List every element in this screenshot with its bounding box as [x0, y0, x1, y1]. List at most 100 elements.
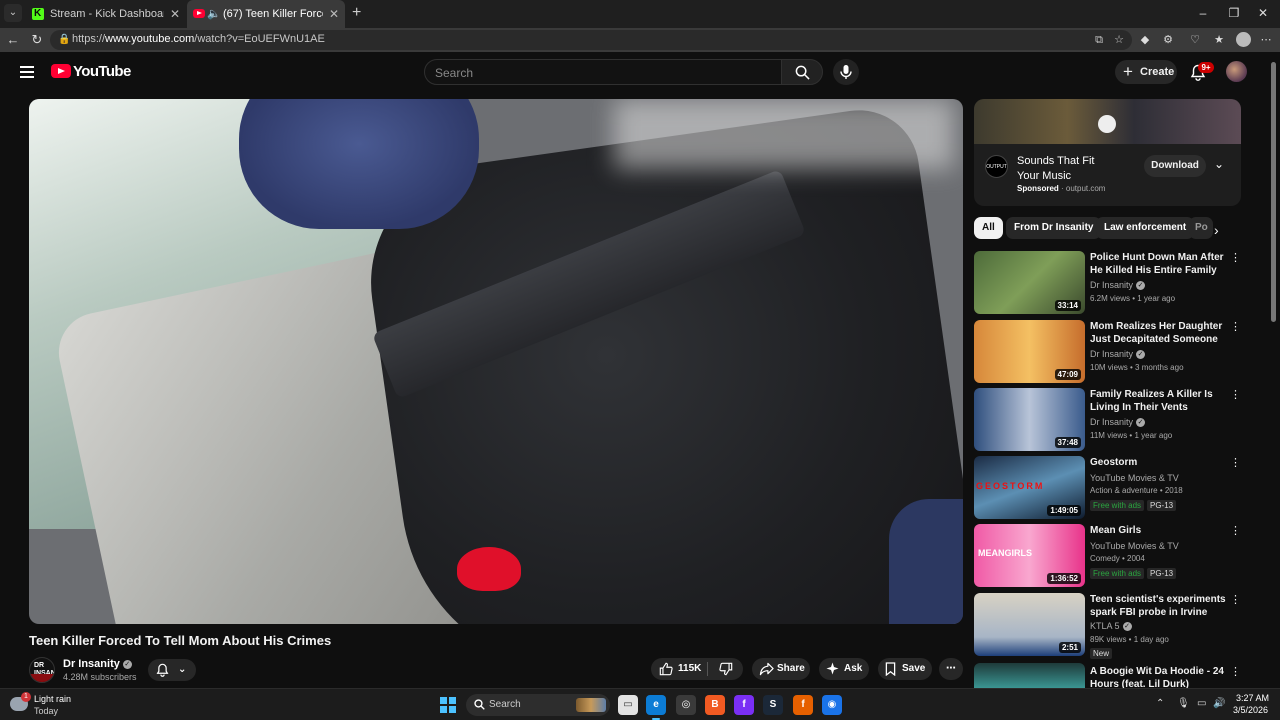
more-vert-icon[interactable]: ⋮	[1230, 251, 1241, 264]
recommendation-channel[interactable]: Dr Insanity ✓	[1090, 349, 1146, 359]
network-icon[interactable]: ▭	[1197, 698, 1206, 709]
video-thumbnail[interactable]: GEOSTORM 1:49:05	[974, 456, 1085, 519]
more-vert-icon[interactable]: ⋮	[1230, 593, 1241, 606]
video-player[interactable]	[29, 99, 963, 624]
extensions-puzzle-icon[interactable]: ⚙	[1161, 33, 1175, 47]
tray-overflow-chevron-icon[interactable]: ⌃	[1156, 698, 1164, 709]
browser-profile-avatar[interactable]	[1236, 32, 1251, 47]
volume-icon[interactable]: 🔊	[1213, 698, 1225, 709]
address-bar[interactable]: 🔒 https://www.youtube.com/watch?v=EoUEFW…	[50, 30, 1132, 50]
recommendation-title[interactable]: Mean Girls	[1090, 524, 1228, 537]
chevron-right-icon[interactable]: ›	[1214, 222, 1219, 238]
recommendation-item[interactable]: 37:48 Family Realizes A Killer Is Living…	[974, 388, 1242, 452]
recommendation-title[interactable]: A Boogie Wit Da Hoodie - 24 Hours (feat.…	[1090, 665, 1228, 688]
youtube-logo-icon[interactable]	[51, 64, 71, 78]
menu-icon[interactable]	[20, 66, 34, 78]
share-button[interactable]: Share	[752, 658, 810, 680]
recommendation-channel[interactable]: YouTube Movies & TV	[1090, 541, 1179, 551]
recommendation-title[interactable]: Geostorm	[1090, 456, 1228, 469]
youtube-wordmark[interactable]: YouTube	[73, 63, 131, 80]
subscription-notifications-button[interactable]: ⌄	[148, 659, 196, 681]
recommendation-channel[interactable]: KTLA 5 ✓	[1090, 621, 1132, 631]
chevron-down-icon[interactable]: ⌄	[1214, 157, 1224, 171]
ad-download-button[interactable]: Download	[1144, 155, 1206, 177]
recommendation-channel[interactable]: YouTube Movies & TV	[1090, 473, 1179, 483]
video-thumbnail[interactable]	[974, 663, 1085, 688]
recommendation-item[interactable]: 47:09 Mom Realizes Her Daughter Just Dec…	[974, 320, 1242, 384]
recommendation-title[interactable]: Mom Realizes Her Daughter Just Decapitat…	[1090, 320, 1228, 346]
search-button[interactable]	[781, 59, 823, 85]
favorite-star-icon[interactable]: ☆	[1112, 33, 1126, 47]
thumbs-up-icon[interactable]	[659, 662, 673, 676]
edge-browser-icon[interactable]: e	[646, 695, 666, 720]
favorites-icon[interactable]: ★	[1212, 33, 1226, 47]
site-info-icon[interactable]: 🔒	[58, 34, 70, 46]
start-button[interactable]	[440, 697, 456, 713]
chip-from-dr-insanity[interactable]: From Dr Insanity	[1006, 217, 1102, 239]
search-input[interactable]	[435, 64, 765, 82]
app-circle-icon[interactable]: ◎	[676, 695, 696, 715]
more-vert-icon[interactable]: ⋮	[1230, 665, 1241, 678]
chip-partial[interactable]: Po	[1189, 217, 1213, 239]
tab-youtube-video[interactable]: 🔈 (67) Teen Killer Forced To Tell ✕	[187, 0, 345, 28]
firefox-alt-icon[interactable]: f	[793, 695, 813, 715]
task-view-icon[interactable]: ▭	[618, 695, 638, 715]
video-thumbnail[interactable]: 37:48	[974, 388, 1085, 451]
ask-button[interactable]: Ask	[819, 658, 869, 680]
brave-browser-icon[interactable]: B	[705, 695, 725, 715]
close-tab-icon[interactable]: ✕	[170, 0, 180, 28]
recommendation-item[interactable]: 2:51 Teen scientist's experiments spark …	[974, 593, 1242, 659]
ad-title[interactable]: Sounds That Fit Your Music	[1017, 154, 1117, 184]
close-window-button[interactable]: ✕	[1246, 0, 1280, 28]
ad-banner-image[interactable]	[974, 99, 1241, 144]
recommendation-title[interactable]: Family Realizes A Killer Is Living In Th…	[1090, 388, 1228, 414]
recommendation-channel[interactable]: Dr Insanity ✓	[1090, 417, 1146, 427]
taskbar-search[interactable]: Search	[466, 694, 610, 716]
video-thumbnail[interactable]: 33:14	[974, 251, 1085, 314]
chip-all[interactable]: All	[974, 217, 1003, 239]
account-avatar[interactable]	[1226, 61, 1247, 82]
tray-mic-icon[interactable]: 🎙	[1177, 698, 1190, 709]
page-scrollbar[interactable]	[1268, 52, 1280, 688]
minimize-window-button[interactable]: –	[1186, 0, 1220, 28]
recommendation-title[interactable]: Police Hunt Down Man After He Killed His…	[1090, 251, 1228, 277]
like-count[interactable]: 115K	[678, 658, 701, 680]
tab-search-menu-button[interactable]: ⌄	[4, 4, 22, 22]
channel-avatar[interactable]: DR INSANITY	[29, 657, 55, 683]
more-actions-button[interactable]: ⋯	[939, 658, 963, 680]
recommendation-item[interactable]: 33:14 Police Hunt Down Man After He Kill…	[974, 251, 1242, 315]
new-tab-button[interactable]: +	[352, 0, 361, 26]
recommendation-item[interactable]: A Boogie Wit Da Hoodie - 24 Hours (feat.…	[974, 663, 1242, 688]
apps-icon[interactable]: ⧉	[1092, 33, 1106, 47]
video-thumbnail[interactable]: MEANGIRLS 1:36:52	[974, 524, 1085, 587]
close-tab-icon[interactable]: ✕	[329, 0, 339, 28]
browser-essentials-icon[interactable]: ♡	[1188, 33, 1202, 47]
chip-law-enforcement[interactable]: Law enforcement	[1096, 217, 1195, 239]
more-options-icon[interactable]: ⋯	[1259, 33, 1273, 47]
chrome-browser-icon[interactable]: ◉	[822, 695, 842, 715]
recommendation-channel[interactable]: Dr Insanity ✓	[1090, 280, 1146, 290]
channel-name[interactable]: Dr Insanity ✓	[63, 658, 132, 670]
create-button[interactable]: + Create	[1115, 60, 1177, 84]
save-button[interactable]: Save	[878, 658, 932, 680]
extension-diamond-icon[interactable]: ◆	[1138, 33, 1152, 47]
clock-date[interactable]: 3/5/2026	[1233, 705, 1268, 715]
firefox-browser-icon[interactable]: f	[734, 695, 754, 715]
recommendation-title[interactable]: Teen scientist's experiments spark FBI p…	[1090, 593, 1228, 619]
reload-button[interactable]: ↻	[28, 31, 46, 49]
more-vert-icon[interactable]: ⋮	[1230, 388, 1241, 401]
search-box[interactable]	[424, 59, 782, 85]
more-vert-icon[interactable]: ⋮	[1230, 456, 1241, 469]
more-vert-icon[interactable]: ⋮	[1230, 524, 1241, 537]
more-vert-icon[interactable]: ⋮	[1230, 320, 1241, 333]
steam-icon[interactable]: S	[763, 695, 783, 715]
video-thumbnail[interactable]: 2:51	[974, 593, 1085, 656]
sponsored-ad-card[interactable]: OUTPUT Sounds That Fit Your Music Sponso…	[974, 99, 1241, 206]
voice-search-button[interactable]	[833, 59, 859, 85]
recommendation-item[interactable]: GEOSTORM 1:49:05 Geostorm YouTube Movies …	[974, 456, 1242, 520]
clock-time[interactable]: 3:27 AM	[1236, 693, 1269, 703]
tab-kick-dashboard[interactable]: Stream - Kick Dashboard ✕	[26, 0, 186, 28]
back-button[interactable]: ←	[4, 31, 22, 49]
thumbs-down-icon[interactable]	[719, 662, 733, 676]
recommendation-item[interactable]: MEANGIRLS 1:36:52 Mean Girls YouTube Movi…	[974, 524, 1242, 588]
